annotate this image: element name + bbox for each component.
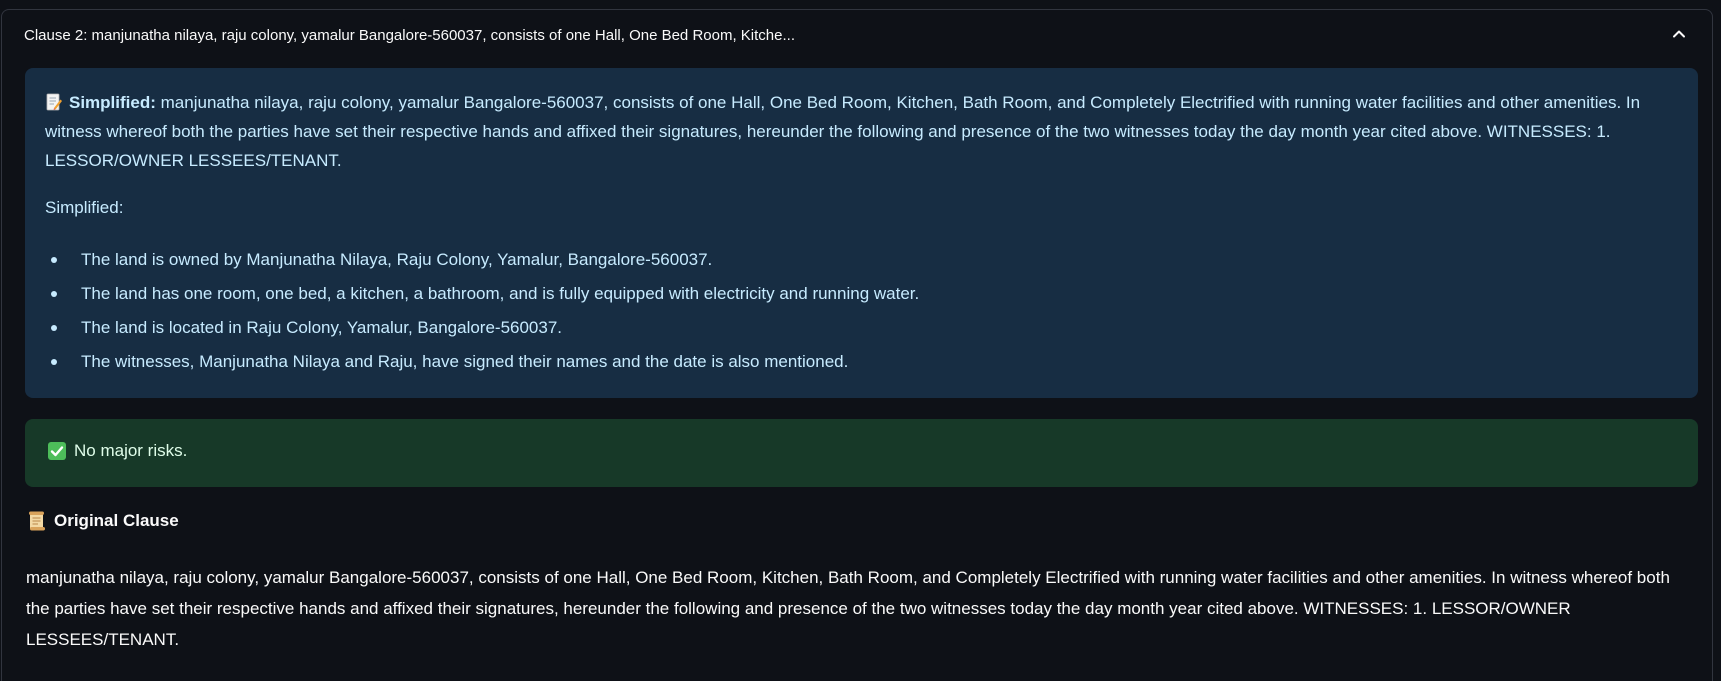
- original-clause-text: manjunatha nilaya, raju colony, yamalur …: [26, 568, 1670, 649]
- simplified-paragraph: Simplified: manjunatha nilaya, raju colo…: [45, 88, 1681, 175]
- chevron-up-icon[interactable]: [1671, 26, 1687, 42]
- simplified-label: Simplified:: [69, 93, 156, 112]
- original-clause-heading: Original Clause: [26, 510, 179, 532]
- expander-header[interactable]: Clause 2: manjunatha nilaya, raju colony…: [2, 10, 1712, 60]
- simplified-info-box: Simplified: manjunatha nilaya, raju colo…: [25, 68, 1698, 398]
- list-item: The land has one room, one bed, a kitche…: [45, 282, 919, 316]
- scroll-icon: [29, 511, 45, 531]
- risk-success-box: No major risks.: [25, 419, 1698, 487]
- memo-icon: [46, 93, 62, 111]
- expander-title[interactable]: Clause 2: manjunatha nilaya, raju colony…: [24, 27, 795, 44]
- list-item: The land is owned by Manjunatha Nilaya, …: [45, 248, 919, 282]
- list-item: The land is located in Raju Colony, Yama…: [45, 316, 919, 350]
- list-item: The witnesses, Manjunatha Nilaya and Raj…: [45, 350, 919, 384]
- check-mark-icon: [48, 442, 66, 460]
- risk-status: No major risks.: [47, 441, 187, 461]
- simplified-text: manjunatha nilaya, raju colony, yamalur …: [45, 93, 1641, 170]
- simplified-bullet-list: The land is owned by Manjunatha Nilaya, …: [45, 248, 919, 384]
- clause-expander: Clause 2: manjunatha nilaya, raju colony…: [1, 9, 1713, 681]
- original-clause-title: Original Clause: [54, 511, 179, 530]
- risk-status-text: No major risks.: [74, 441, 188, 460]
- simplified-sub-label: Simplified:: [45, 198, 124, 217]
